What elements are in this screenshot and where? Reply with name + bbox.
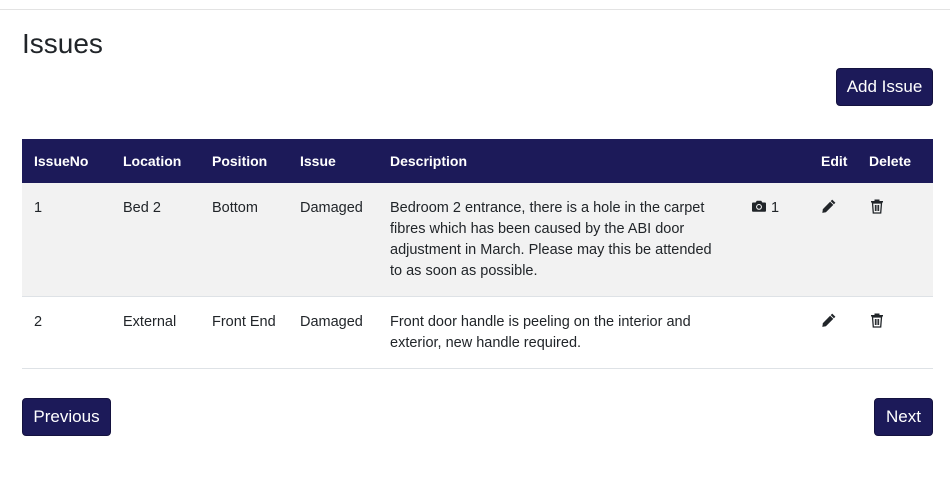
table-row: 2 External Front End Damaged Front door … bbox=[22, 297, 933, 369]
table-header-row: IssueNo Location Position Issue Descript… bbox=[22, 139, 933, 183]
add-issue-button[interactable]: Add Issue bbox=[836, 68, 933, 106]
table-row: 1 Bed 2 Bottom Damaged Bedroom 2 entranc… bbox=[22, 183, 933, 297]
cell-delete bbox=[857, 297, 933, 369]
trash-icon[interactable] bbox=[869, 312, 885, 328]
cell-location: External bbox=[123, 314, 177, 330]
column-header-location: Location bbox=[123, 153, 182, 169]
cell-location: Bed 2 bbox=[123, 200, 161, 216]
cell-issue: Damaged bbox=[300, 200, 363, 216]
cell-issue-no: 1 bbox=[34, 200, 43, 216]
photo-count: 1 bbox=[771, 200, 780, 216]
column-header-edit: Edit bbox=[821, 153, 848, 169]
cell-photos[interactable]: 1 bbox=[739, 183, 809, 297]
page-title: Issues bbox=[22, 28, 103, 59]
cell-delete bbox=[857, 183, 933, 297]
column-header-issue: Issue bbox=[300, 153, 336, 169]
cell-position: Front End bbox=[212, 314, 276, 330]
pencil-icon[interactable] bbox=[821, 312, 837, 328]
column-header-photos bbox=[739, 139, 809, 183]
next-button[interactable]: Next bbox=[874, 398, 933, 436]
trash-icon[interactable] bbox=[869, 198, 885, 214]
pencil-icon[interactable] bbox=[821, 198, 837, 214]
cell-position: Bottom bbox=[212, 200, 258, 216]
column-header-delete: Delete bbox=[869, 153, 912, 169]
cell-issue: Damaged bbox=[300, 314, 363, 330]
top-divider bbox=[0, 0, 950, 10]
previous-button[interactable]: Previous bbox=[22, 398, 111, 436]
cell-description: Bedroom 2 entrance, there is a hole in t… bbox=[390, 200, 712, 279]
cell-edit bbox=[809, 297, 857, 369]
cell-photos bbox=[739, 297, 809, 369]
cell-edit bbox=[809, 183, 857, 297]
issues-table: IssueNo Location Position Issue Descript… bbox=[22, 139, 933, 369]
column-header-issueno: IssueNo bbox=[34, 153, 89, 169]
column-header-position: Position bbox=[212, 153, 268, 169]
camera-icon[interactable] bbox=[751, 198, 767, 214]
column-header-description: Description bbox=[390, 153, 468, 169]
cell-description: Front door handle is peeling on the inte… bbox=[390, 314, 691, 351]
cell-issue-no: 2 bbox=[34, 314, 43, 330]
